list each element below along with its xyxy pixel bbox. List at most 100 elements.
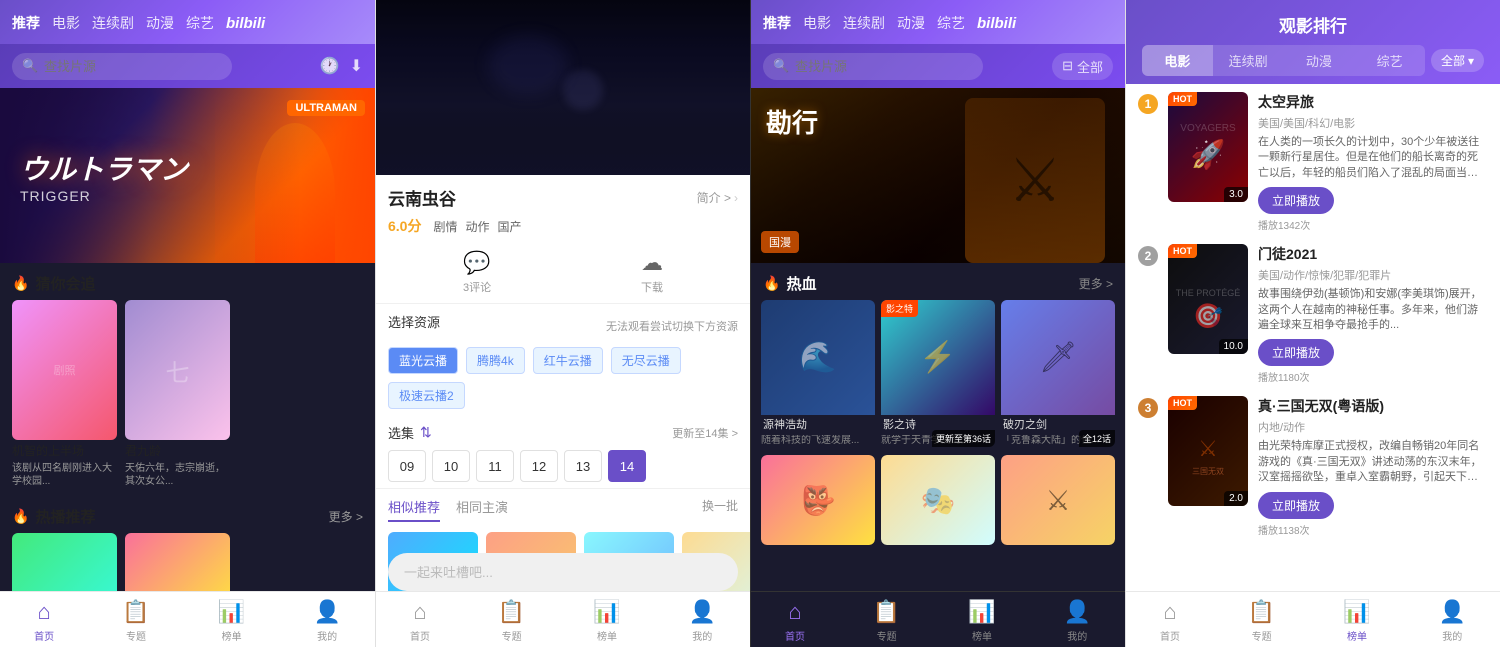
- rank-thumb-2[interactable]: THE PROTÉGÉ 🎯 10.0 HOT: [1168, 244, 1248, 354]
- tab-home-p1[interactable]: ⌂ 首页: [34, 599, 54, 643]
- rank-tab-variety[interactable]: 综艺: [1354, 45, 1425, 76]
- anime-card-2[interactable]: 🗡 全12话 破刃之剑 「克鲁森大陆」的住...: [1001, 300, 1115, 447]
- rank-play-btn-1[interactable]: 立即播放: [1258, 187, 1334, 214]
- rank-item-desc-3: 由光荣特库摩正式授权，改编自畅销20年同名游戏的《真·三国无双》讲述动荡的东汉末…: [1258, 439, 1488, 485]
- hot-more-link[interactable]: 更多 >: [329, 508, 363, 525]
- hot-section-header: 🔥 热播推荐 更多 >: [0, 496, 375, 533]
- search-input-p1[interactable]: [12, 53, 232, 80]
- tab-rank-p2[interactable]: 📊 榜单: [593, 599, 620, 643]
- rank-icon-p2: 📊: [593, 599, 620, 625]
- nav-anime-p1[interactable]: 动漫: [146, 13, 174, 33]
- guess-card-1[interactable]: 七 君九龄 天佑六年，志宗崩逝，其次女公...: [125, 300, 230, 488]
- anime-card-3[interactable]: 👺: [761, 455, 875, 545]
- source-btn-1[interactable]: 腾腾4k: [466, 347, 525, 374]
- hot-card-1[interactable]: [125, 533, 230, 591]
- nav-series-p3[interactable]: 连续剧: [843, 13, 885, 33]
- rank-tabs-row: 电影 连续剧 动漫 综艺 全部 ▾: [1142, 45, 1484, 76]
- rank-play-count-3: 播放1138次: [1258, 522, 1488, 537]
- anime-card-0[interactable]: 🌊 源神浩劫 随着科技的飞速发展...: [761, 300, 875, 447]
- nav-variety-p3[interactable]: 综艺: [937, 13, 965, 33]
- nav-movie-p3[interactable]: 电影: [803, 13, 831, 33]
- rank-thumb-1[interactable]: VOYAGERS 🚀 3.0 HOT: [1168, 92, 1248, 202]
- nav-bar-p3: 推荐 电影 连续剧 动漫 综艺 bilbili: [751, 0, 1125, 44]
- source-section: 选择资源 无法观看尝试切换下方资源 蓝光云播 腾腾4k 红牛云播 无尽云播 极速…: [376, 304, 750, 417]
- related-tab-similar[interactable]: 相似推荐: [388, 497, 440, 522]
- download-action[interactable]: ☁ 下载: [641, 250, 663, 295]
- tab-profile-p3[interactable]: 👤 我的: [1064, 599, 1091, 643]
- video-brief[interactable]: 简介 > ›: [697, 189, 738, 206]
- episode-section: 选集 ⇅ 更新至14集 > 09 10 11 12 13 14: [376, 417, 750, 488]
- tab-rank-p4[interactable]: 📊 榜单: [1343, 599, 1370, 643]
- hero-banner-p3[interactable]: ⚔ 勘行 国漫: [751, 88, 1125, 263]
- profile-icon-p3: 👤: [1064, 599, 1091, 625]
- guess-card-title-0: 机智的上半场: [12, 444, 117, 460]
- nav-recommend-p3[interactable]: 推荐: [763, 13, 791, 33]
- tab-profile-p4[interactable]: 👤 我的: [1439, 599, 1466, 643]
- sort-icon[interactable]: ⇅: [420, 424, 432, 441]
- rank-play-btn-3[interactable]: 立即播放: [1258, 492, 1334, 519]
- tab-topic-p4[interactable]: 📋 专题: [1248, 599, 1275, 643]
- ep-10[interactable]: 10: [432, 450, 470, 482]
- related-refresh[interactable]: 换一批: [702, 497, 738, 522]
- tab-profile-p1[interactable]: 👤 我的: [313, 599, 340, 643]
- ep-14[interactable]: 14: [608, 450, 646, 482]
- rank-item-genre-2: 美国/动作/惊悚/犯罪/犯罪片: [1258, 267, 1488, 283]
- download-icon-p1[interactable]: ⬇: [350, 56, 363, 76]
- anime-card-5[interactable]: ⚔: [1001, 455, 1115, 545]
- nav-movie-p1[interactable]: 电影: [52, 13, 80, 33]
- tab-rank-p3[interactable]: 📊 榜单: [968, 599, 995, 643]
- tab-topic-p2[interactable]: 📋 专题: [498, 599, 525, 643]
- tab-home-p4[interactable]: ⌂ 首页: [1160, 599, 1180, 643]
- tab-rank-p1[interactable]: 📊 榜单: [218, 599, 245, 643]
- rank-info-1: 太空异旅 美国/美国/科幻/电影 在人类的一项长久的计划中，30个少年被送往一颗…: [1258, 92, 1488, 232]
- ep-13[interactable]: 13: [564, 450, 602, 482]
- anime-grid-p3: 🌊 源神浩劫 随着科技的飞速发展... ⚡ 影之特 更新至第36话 影之诗 就学…: [751, 300, 1125, 455]
- nav-recommend-p1[interactable]: 推荐: [12, 13, 40, 33]
- rank-play-btn-2[interactable]: 立即播放: [1258, 339, 1334, 366]
- source-btn-4[interactable]: 极速云播2: [388, 382, 465, 409]
- hot-card-0[interactable]: [12, 533, 117, 591]
- home-icon-p3: ⌂: [788, 599, 801, 625]
- hero-banner-p1[interactable]: ウルトラマン TRIGGER ULTRAMAN: [0, 88, 375, 263]
- history-icon-p1[interactable]: 🕐: [320, 56, 340, 76]
- comment-action[interactable]: 💬 3评论: [463, 250, 491, 295]
- hot-title: 热播推荐: [35, 506, 95, 527]
- tab-home-p2[interactable]: ⌂ 首页: [410, 599, 430, 643]
- related-tab-cast[interactable]: 相同主演: [456, 497, 508, 522]
- ep-12[interactable]: 12: [520, 450, 558, 482]
- source-btn-2[interactable]: 红牛云播: [533, 347, 603, 374]
- bottom-nav-p1: ⌂ 首页 📋 专题 📊 榜单 👤 我的: [0, 591, 375, 647]
- anime-card-1[interactable]: ⚡ 影之特 更新至第36话 影之诗 就学于天青学院的少...: [881, 300, 995, 447]
- filter-btn-p3[interactable]: ⊟ 全部: [1052, 53, 1113, 80]
- guess-card-0[interactable]: 剧照 机智的上半场 该剧从四名剧刚进入大学校园...: [12, 300, 117, 488]
- filter-icon-p3: ⊟: [1062, 58, 1073, 74]
- tab-home-p3[interactable]: ⌂ 首页: [785, 599, 805, 643]
- episode-update[interactable]: 更新至14集 >: [672, 425, 738, 441]
- video-player[interactable]: [376, 0, 750, 175]
- ep-11[interactable]: 11: [476, 450, 514, 482]
- rank-item-2: 2 THE PROTÉGÉ 🎯 10.0 HOT 门徒2021 美国/动作/惊悚…: [1138, 244, 1488, 384]
- tab-topic-p3[interactable]: 📋 专题: [873, 599, 900, 643]
- rank-info-3: 真·三国无双(粤语版) 内地/动作 由光荣特库摩正式授权，改编自畅销20年同名游…: [1258, 396, 1488, 536]
- rank-tab-anime[interactable]: 动漫: [1283, 45, 1354, 76]
- home-icon-p4: ⌂: [1163, 599, 1176, 625]
- rank-filter-btn[interactable]: 全部 ▾: [1431, 49, 1484, 72]
- anime-grid2-p3: 👺 🎭 ⚔: [751, 455, 1125, 553]
- nav-series-p1[interactable]: 连续剧: [92, 13, 134, 33]
- nav-variety-p1[interactable]: 综艺: [186, 13, 214, 33]
- anime-card-4[interactable]: 🎭: [881, 455, 995, 545]
- comment-bar[interactable]: 一起来吐槽吧...: [388, 553, 738, 591]
- tab-profile-p2[interactable]: 👤 我的: [689, 599, 716, 643]
- ep-09[interactable]: 09: [388, 450, 426, 482]
- search-input-p3[interactable]: [763, 53, 983, 80]
- hot-more-p3[interactable]: 更多 >: [1079, 275, 1113, 292]
- source-btn-3[interactable]: 无尽云播: [611, 347, 681, 374]
- rank-tab-movie[interactable]: 电影: [1142, 45, 1213, 76]
- rank-thumb-3[interactable]: ⚔ 三国无双 2.0 HOT: [1168, 396, 1248, 506]
- source-btn-0[interactable]: 蓝光云播: [388, 347, 458, 374]
- rank-tab-series[interactable]: 连续剧: [1213, 45, 1284, 76]
- search-wrapper-p1: 🔍: [12, 53, 312, 80]
- rank-item-genre-1: 美国/美国/科幻/电影: [1258, 115, 1488, 131]
- tab-topic-p1[interactable]: 📋 专题: [122, 599, 149, 643]
- nav-anime-p3[interactable]: 动漫: [897, 13, 925, 33]
